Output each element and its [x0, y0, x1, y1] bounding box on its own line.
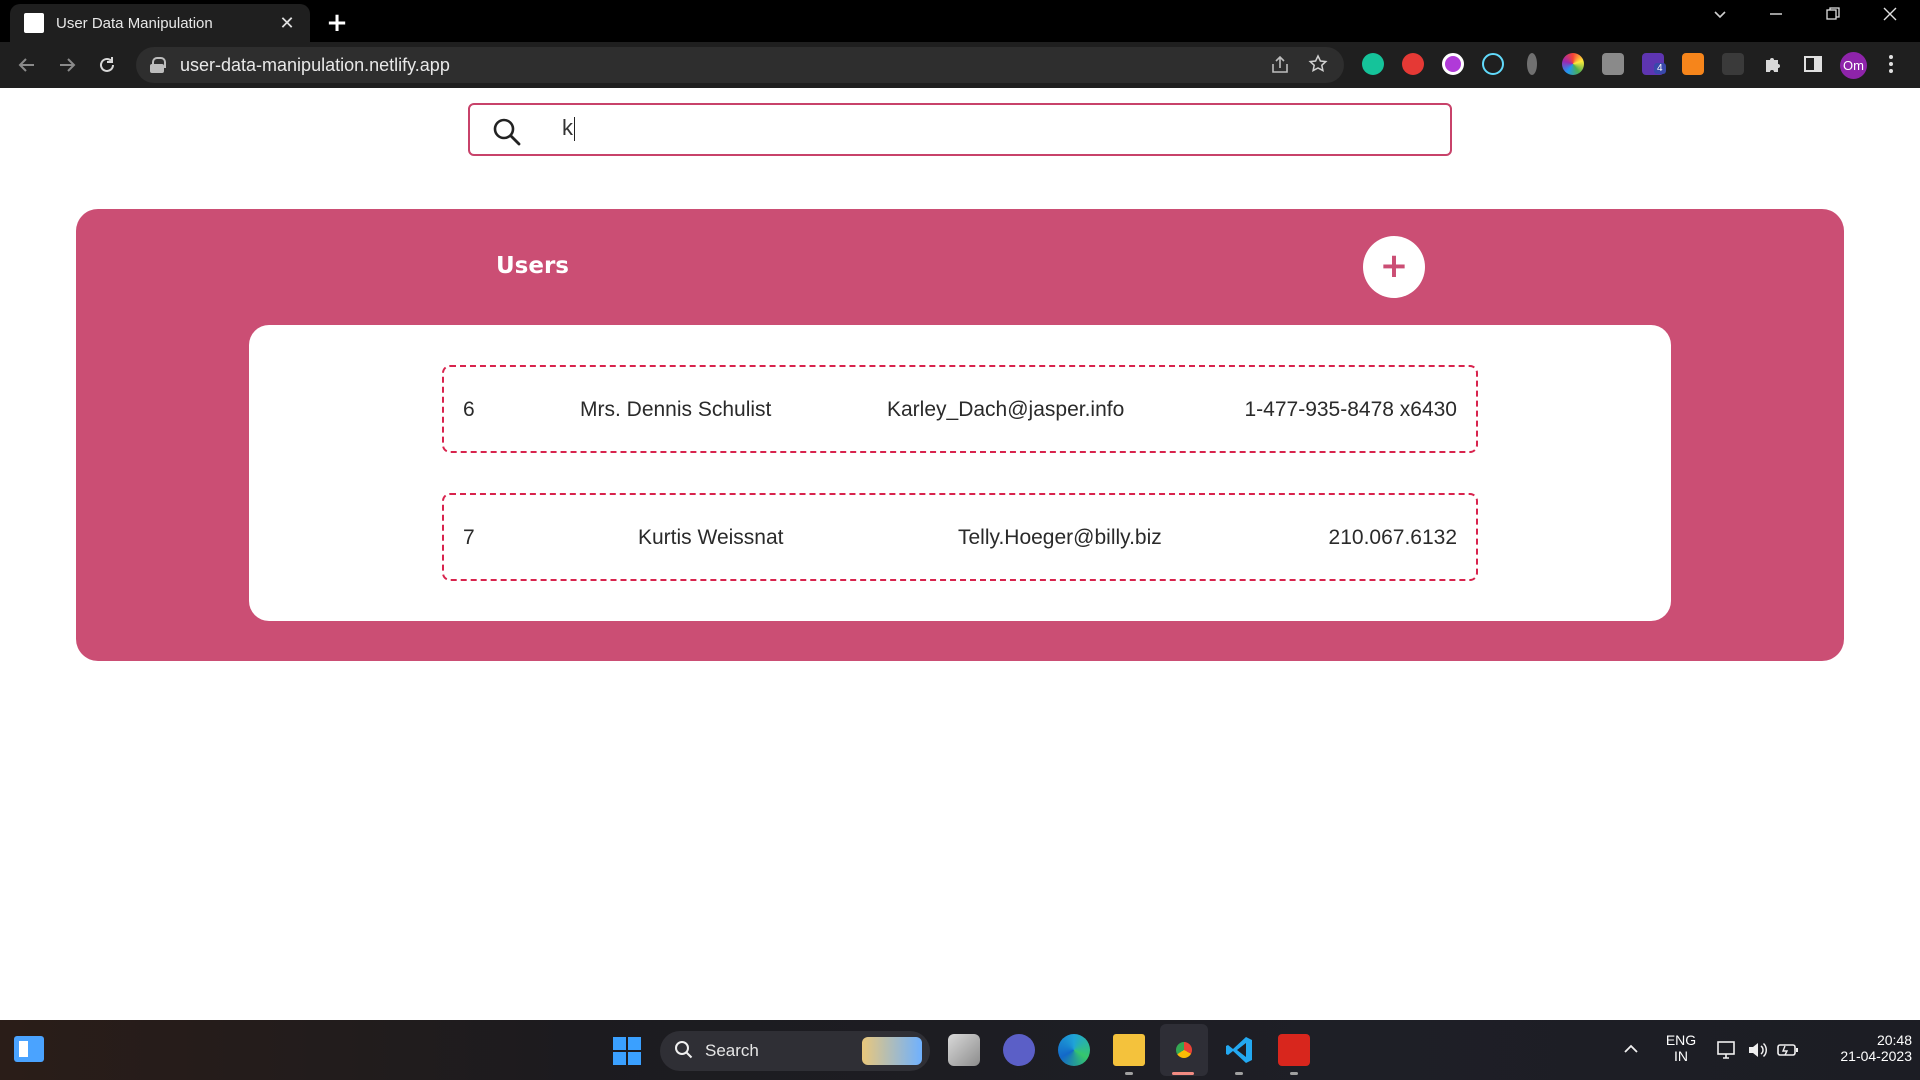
user-phone: 1-477-935-8478 x6430 — [1244, 398, 1457, 421]
metamask-fox-icon[interactable] — [1682, 53, 1704, 75]
browser-tab[interactable]: User Data Manipulation ✕ — [10, 4, 310, 42]
lettered-extension-icon[interactable] — [1602, 53, 1624, 75]
clock-time: 20:48 — [1876, 1032, 1912, 1048]
browser-tab-strip: User Data Manipulation ✕ + — [0, 0, 1920, 42]
active-indicator — [1172, 1072, 1194, 1075]
back-icon[interactable] — [12, 50, 42, 80]
minimize-icon[interactable] — [1756, 6, 1796, 27]
add-user-button[interactable]: + — [1363, 236, 1425, 298]
close-tab-icon[interactable]: ✕ — [276, 13, 298, 34]
windows-start-icon[interactable] — [613, 1037, 641, 1065]
search-highlight-icon — [862, 1037, 922, 1065]
task-view-icon[interactable] — [948, 1034, 980, 1066]
user-id: 7 — [463, 526, 475, 549]
bookmark-star-icon[interactable] — [1308, 54, 1328, 79]
user-list: 6 Mrs. Dennis Schulist Karley_Dach@jaspe… — [249, 325, 1671, 621]
clock[interactable]: 20:48 21-04-2023 — [1812, 1032, 1912, 1064]
user-name: Kurtis Weissnat — [638, 526, 784, 549]
battery-icon[interactable] — [1776, 1040, 1800, 1064]
restore-icon[interactable] — [1813, 6, 1853, 27]
edge-browser-icon[interactable] — [1058, 1034, 1090, 1066]
volume-icon[interactable] — [1746, 1039, 1768, 1065]
chrome-icon[interactable] — [1168, 1034, 1200, 1066]
search-value: k — [562, 115, 575, 142]
language-indicator[interactable]: ENG IN — [1664, 1032, 1698, 1064]
running-indicator — [1290, 1072, 1298, 1075]
blocker-extension-icon[interactable] — [1442, 53, 1464, 75]
url-text: user-data-manipulation.netlify.app — [180, 54, 450, 75]
running-indicator — [1235, 1072, 1243, 1075]
users-panel: Users + 6 Mrs. Dennis Schulist Karley_Da… — [76, 209, 1844, 661]
purple-extension-icon[interactable]: 4 — [1642, 53, 1666, 75]
running-indicator — [1125, 1072, 1133, 1075]
text-caret — [574, 117, 575, 142]
extension-badge: 4 — [1654, 63, 1666, 74]
language-code: ENG — [1665, 1032, 1697, 1048]
red-extension-icon[interactable] — [1402, 53, 1424, 75]
widgets-icon[interactable] — [14, 1036, 44, 1062]
acrobat-icon[interactable] — [1278, 1034, 1310, 1066]
share-icon[interactable] — [1270, 55, 1290, 80]
tab-search-chevron-icon[interactable] — [1700, 6, 1740, 27]
reload-icon[interactable] — [92, 50, 122, 80]
taskbar-search-label: Search — [705, 1041, 759, 1060]
file-explorer-icon[interactable] — [1113, 1034, 1145, 1066]
search-input[interactable]: k — [468, 103, 1452, 156]
grammarly-extension-icon[interactable] — [1362, 53, 1384, 75]
user-name: Mrs. Dennis Schulist — [580, 398, 772, 421]
color-picker-extension-icon[interactable] — [1562, 53, 1584, 75]
tab-title: User Data Manipulation — [56, 14, 213, 32]
region-code: IN — [1674, 1048, 1688, 1064]
user-email: Telly.Hoeger@billy.biz — [958, 526, 1162, 549]
new-tab-button[interactable]: + — [322, 8, 352, 38]
extensions-puzzle-icon[interactable] — [1762, 53, 1784, 75]
react-devtools-icon[interactable] — [1482, 53, 1504, 75]
dark-extension-icon[interactable] — [1722, 53, 1744, 75]
forward-icon[interactable] — [52, 50, 82, 80]
user-phone: 210.067.6132 — [1328, 526, 1457, 549]
user-email: Karley_Dach@jasper.info — [887, 398, 1125, 421]
taskbar-search[interactable]: Search — [660, 1031, 930, 1071]
clock-date: 21-04-2023 — [1840, 1048, 1912, 1064]
vscode-icon[interactable] — [1223, 1034, 1255, 1066]
search-icon — [493, 118, 521, 146]
favicon-icon — [24, 13, 44, 33]
network-icon[interactable] — [1716, 1039, 1738, 1065]
panel-title: Users — [496, 253, 569, 279]
user-id: 6 — [463, 398, 475, 421]
taskbar-search-icon — [675, 1041, 693, 1059]
address-bar[interactable]: user-data-manipulation.netlify.app — [136, 47, 1344, 83]
tray-chevron-up-icon[interactable] — [1622, 1040, 1640, 1062]
lock-icon[interactable] — [150, 57, 166, 73]
grey-extension-icon[interactable] — [1527, 53, 1537, 75]
close-window-icon[interactable] — [1870, 6, 1910, 27]
chat-icon[interactable] — [1003, 1034, 1035, 1066]
browser-menu-icon[interactable] — [1880, 53, 1902, 75]
user-row[interactable]: 6 Mrs. Dennis Schulist Karley_Dach@jaspe… — [442, 365, 1478, 453]
side-panel-icon[interactable] — [1802, 53, 1824, 75]
taskbar: Search ENG IN 20:48 21-04-2023 — [0, 1020, 1920, 1080]
browser-toolbar: user-data-manipulation.netlify.app 4 Om — [0, 42, 1920, 88]
user-row[interactable]: 7 Kurtis Weissnat Telly.Hoeger@billy.biz… — [442, 493, 1478, 581]
profile-avatar[interactable]: Om — [1840, 52, 1867, 79]
